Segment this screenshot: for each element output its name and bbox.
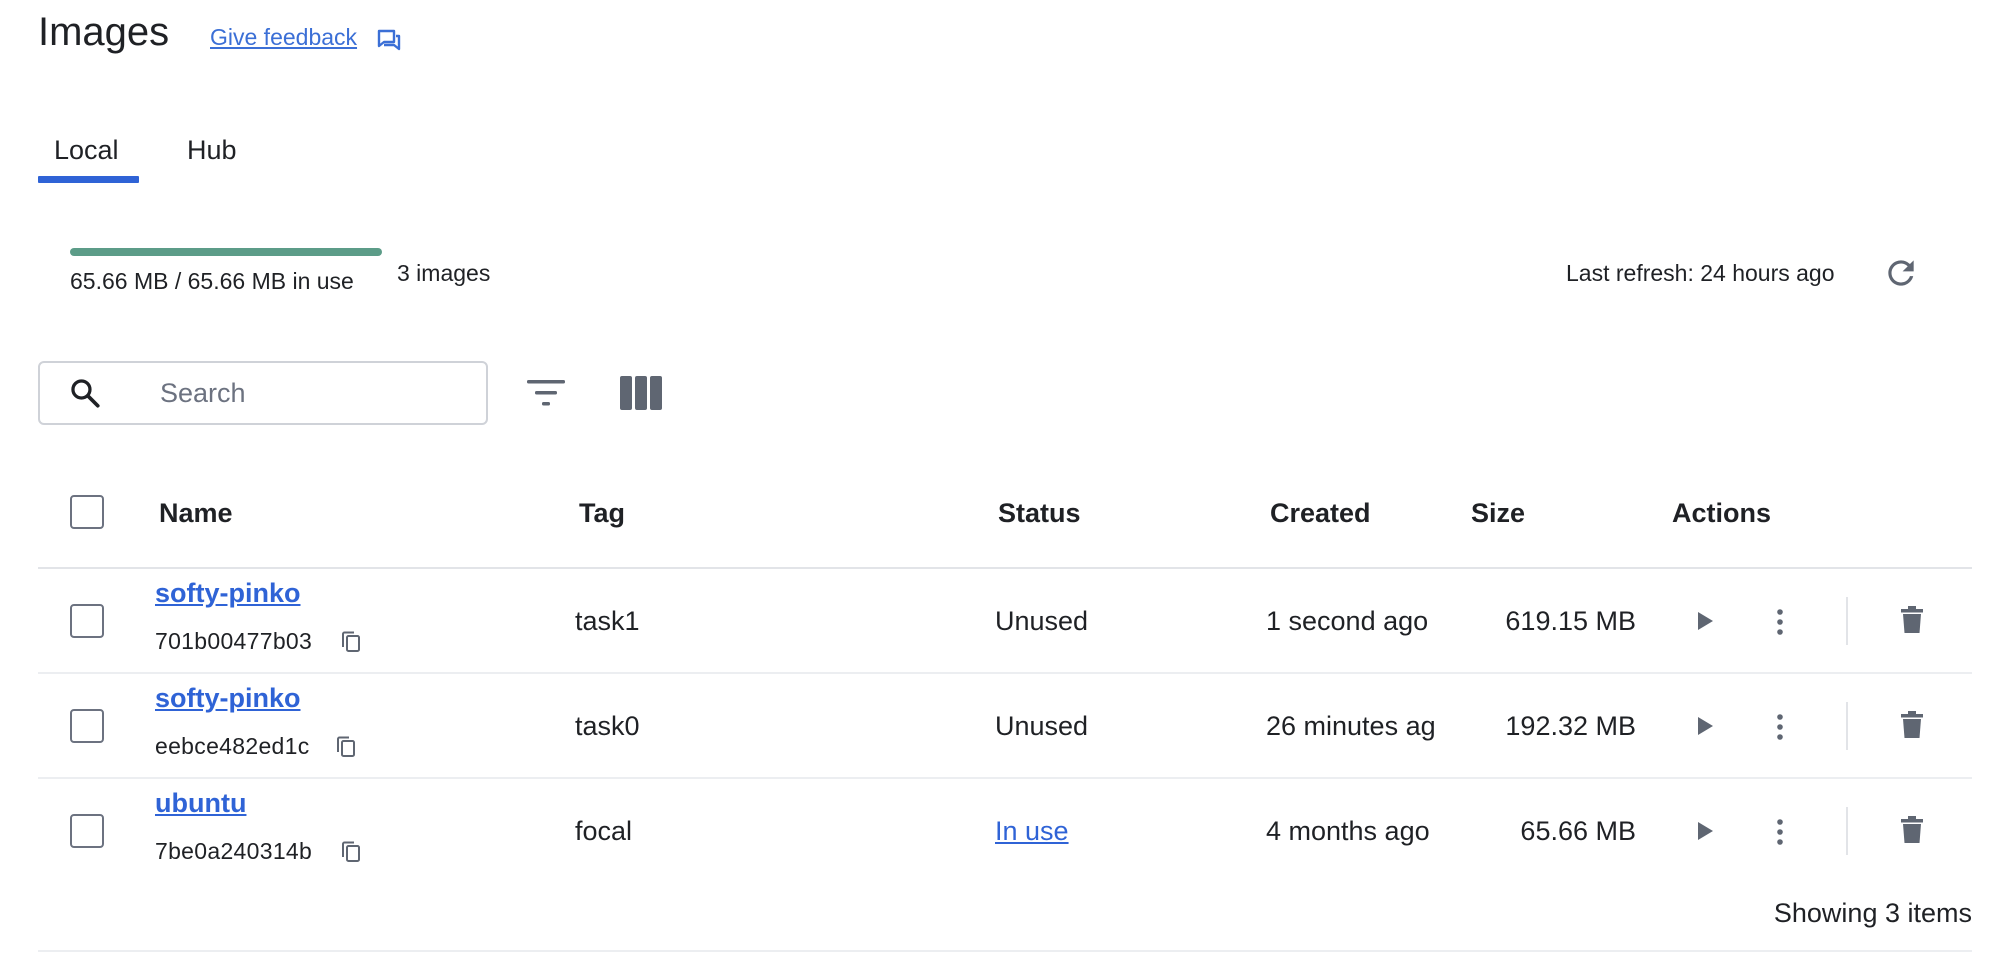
image-status-in-use-link[interactable]: In use — [995, 814, 1069, 848]
pagination-summary: Showing 3 items — [1773, 898, 1972, 928]
active-tab-indicator — [38, 176, 139, 183]
image-status: Unused — [995, 606, 1089, 636]
image-name-link[interactable]: ubuntu — [155, 786, 246, 820]
feedback-icon[interactable] — [376, 28, 402, 52]
image-name-link[interactable]: softy-pinko — [155, 681, 301, 715]
image-created: 1 second ago — [1266, 606, 1429, 636]
copy-icon[interactable] — [335, 735, 357, 759]
table-header-divider — [38, 567, 1972, 569]
more-options-icon[interactable] — [1773, 608, 1787, 636]
select-all-checkbox[interactable] — [70, 495, 104, 529]
run-icon[interactable] — [1694, 819, 1716, 843]
image-size: 619.15 MB — [1505, 606, 1636, 636]
run-icon[interactable] — [1694, 609, 1716, 633]
delete-icon[interactable] — [1900, 816, 1924, 844]
table-footer-divider — [38, 950, 1972, 952]
image-status: Unused — [995, 711, 1089, 741]
image-count: 3 images — [397, 260, 491, 286]
image-created: 26 minutes ag — [1266, 711, 1436, 741]
actions-divider — [1846, 807, 1848, 855]
copy-icon[interactable] — [340, 840, 362, 864]
search-input[interactable] — [160, 372, 470, 414]
tab-local[interactable]: Local — [54, 132, 119, 168]
row-divider — [38, 672, 1972, 674]
row-checkbox[interactable] — [70, 604, 104, 638]
image-size: 65.66 MB — [1520, 816, 1636, 846]
row-checkbox[interactable] — [70, 814, 104, 848]
image-id: eebce482ed1c — [155, 733, 310, 759]
columns-icon[interactable] — [620, 376, 662, 410]
refresh-icon[interactable] — [1882, 254, 1920, 292]
column-header-name[interactable]: Name — [159, 496, 233, 530]
more-options-icon[interactable] — [1773, 818, 1787, 846]
actions-divider — [1846, 702, 1848, 750]
image-tag: task1 — [575, 606, 640, 636]
image-id: 7be0a240314b — [155, 838, 313, 864]
image-tag: focal — [575, 816, 633, 846]
column-header-size[interactable]: Size — [1471, 496, 1525, 530]
image-name-link[interactable]: softy-pinko — [155, 576, 301, 610]
give-feedback-link[interactable]: Give feedback — [210, 22, 357, 52]
last-refresh-text: Last refresh: 24 hours ago — [1566, 260, 1835, 286]
page-title: Images — [38, 10, 170, 54]
disk-usage-bar — [70, 248, 382, 256]
image-created: 4 months ago — [1266, 816, 1430, 846]
actions-divider — [1846, 597, 1848, 645]
tab-hub[interactable]: Hub — [187, 132, 237, 168]
disk-usage-text: 65.66 MB / 65.66 MB in use — [70, 268, 354, 294]
copy-icon[interactable] — [340, 630, 362, 654]
image-tag: task0 — [575, 711, 640, 741]
search-icon — [68, 376, 102, 410]
column-header-created[interactable]: Created — [1270, 496, 1371, 530]
row-checkbox[interactable] — [70, 709, 104, 743]
column-header-actions: Actions — [1672, 498, 1772, 528]
filter-icon[interactable] — [527, 378, 565, 408]
column-header-status[interactable]: Status — [998, 496, 1081, 530]
run-icon[interactable] — [1694, 714, 1716, 738]
image-id: 701b00477b03 — [155, 628, 313, 654]
delete-icon[interactable] — [1900, 606, 1924, 634]
row-divider — [38, 777, 1972, 779]
image-size: 192.32 MB — [1505, 711, 1636, 741]
more-options-icon[interactable] — [1773, 713, 1787, 741]
delete-icon[interactable] — [1900, 711, 1924, 739]
column-header-tag[interactable]: Tag — [579, 496, 625, 530]
